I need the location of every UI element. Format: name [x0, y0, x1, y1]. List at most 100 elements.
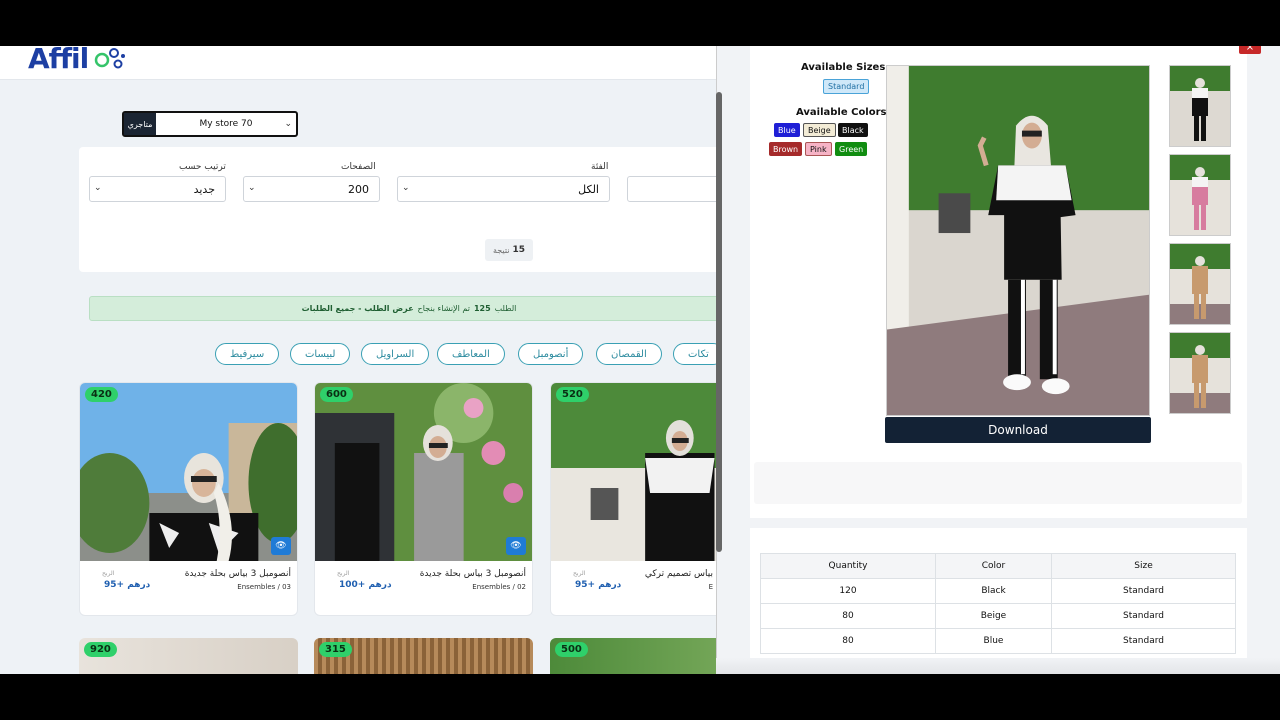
table-cell: 80 — [760, 603, 936, 629]
product-card[interactable]: 315 — [314, 638, 533, 674]
thumbnail[interactable] — [1169, 243, 1231, 325]
table-cell: 120 — [760, 578, 936, 604]
table-cell: Standard — [1051, 603, 1236, 629]
product-price: 95+ درهم — [104, 580, 151, 590]
sizes-title: Available Sizes — [801, 62, 886, 73]
scrollbar[interactable] — [716, 92, 722, 552]
table-cell: Beige — [934, 603, 1053, 629]
table-cell: Blue — [934, 628, 1053, 654]
view-order-link[interactable]: عرض الطلب - جميع الطلبات — [302, 304, 414, 313]
product-title[interactable]: بياس تصميم تركي — [645, 569, 713, 579]
category-value: الكل — [578, 183, 599, 196]
table-header-row: Quantity Color Size — [760, 553, 1236, 579]
table-cell: 80 — [760, 628, 936, 654]
color-option-green[interactable]: Green — [835, 142, 868, 156]
thumbnail-image — [1170, 66, 1230, 146]
chevron-down-icon: ⌄ — [94, 183, 102, 193]
close-icon[interactable]: × — [1239, 46, 1261, 54]
stock-badge: 500 — [555, 642, 588, 657]
top-header: Affil — [0, 46, 716, 80]
category-chip[interactable]: أنصومبل — [518, 343, 584, 365]
product-title[interactable]: أنصومبل 3 بياس بحلة جديدة — [185, 569, 291, 579]
stock-badge: 920 — [84, 642, 117, 657]
sort-value: جديد — [193, 183, 215, 196]
thumbnail[interactable] — [1169, 65, 1231, 147]
table-row: 120 Black Standard — [760, 578, 1236, 604]
category-chip[interactable]: لبيسات — [290, 343, 351, 365]
pages-label: الصفحات — [341, 162, 376, 172]
table-cell: Standard — [1051, 578, 1236, 604]
color-option-blue[interactable]: Blue — [774, 123, 800, 137]
product-price: 100+ درهم — [339, 580, 392, 590]
product-price: 95+ درهم — [575, 580, 622, 590]
thumbnail[interactable] — [1169, 154, 1231, 236]
column-header: Size — [1051, 553, 1236, 579]
modal-empty-section — [754, 462, 1242, 504]
table-row: 80 Blue Standard — [760, 628, 1236, 654]
product-category: E — [708, 583, 713, 591]
category-label: الفئة — [591, 162, 609, 172]
table-cell: Standard — [1051, 628, 1236, 654]
product-image — [80, 383, 297, 561]
browser-viewport: Affil متاجري My store 70 ⌄ ترتيب حسب ⌄ ج… — [0, 46, 1280, 674]
category-chip[interactable]: السراويل — [361, 343, 430, 365]
product-category: Ensembles / 03 — [237, 583, 291, 591]
filter-panel — [79, 147, 729, 272]
main-product-image[interactable] — [886, 65, 1150, 416]
chevron-down-icon: ⌄ — [402, 183, 410, 193]
product-card[interactable]: 420 👁 أنصومبل 3 بياس بحلة جديدة Ensemble… — [79, 382, 298, 616]
color-option-pink[interactable]: Pink — [805, 142, 832, 156]
color-option-beige[interactable]: Beige — [803, 123, 836, 137]
thumbnail[interactable] — [1169, 332, 1231, 414]
product-card[interactable]: 600 👁 أنصومبل 3 بياس بحلة جديدة Ensemble… — [314, 382, 533, 616]
chevron-down-icon: ⌄ — [284, 119, 292, 129]
sort-label: ترتيب حسب — [179, 162, 226, 172]
eye-icon[interactable]: 👁 — [271, 537, 291, 555]
stock-badge: 315 — [319, 642, 352, 657]
chevron-down-icon: ⌄ — [248, 183, 256, 193]
product-card[interactable]: 920 — [79, 638, 298, 674]
thumbnail-image — [1170, 155, 1230, 235]
color-option-brown[interactable]: Brown — [769, 142, 803, 156]
order-number: 125 — [473, 304, 491, 313]
success-alert: عرض الطلب - جميع الطلبات تم الإنشاء بنجا… — [89, 296, 729, 321]
color-option-black[interactable]: Black — [838, 123, 868, 137]
colors-title: Available Colors — [796, 107, 887, 118]
category-chip[interactable]: القمصان — [596, 343, 662, 365]
store-value[interactable]: My store 70 ⌄ — [156, 113, 296, 135]
table-cell: Black — [934, 578, 1053, 604]
thumbnail-image — [1170, 244, 1230, 324]
product-title[interactable]: أنصومبل 3 بياس بحلة جديدة — [420, 569, 526, 579]
margin-label: الربح — [573, 570, 586, 577]
column-header: Color — [934, 553, 1053, 579]
category-chip[interactable]: سيرفيط — [215, 343, 280, 365]
stock-badge: 520 — [556, 387, 589, 402]
store-tag: متاجري — [124, 113, 156, 135]
eye-icon[interactable]: 👁 — [506, 537, 526, 555]
pages-select[interactable]: ⌄ 200 — [243, 176, 380, 202]
logo-gear-icon — [94, 48, 125, 69]
category-select[interactable]: ⌄ الكل — [397, 176, 610, 202]
store-select[interactable]: متاجري My store 70 ⌄ — [122, 111, 298, 137]
results-number: 15 — [512, 245, 526, 255]
success-prefix: الطلب — [494, 304, 517, 313]
results-label: نتيجة — [492, 245, 510, 255]
stock-badge: 600 — [320, 387, 353, 402]
download-button[interactable]: Download — [885, 417, 1151, 443]
success-middle: تم الإنشاء بنجاح — [417, 304, 470, 313]
logo[interactable]: Affil — [28, 46, 89, 75]
margin-label: الربح — [337, 570, 350, 577]
stock-table: Quantity Color Size 120 Black Standard 8… — [760, 553, 1236, 654]
search-input[interactable] — [627, 176, 727, 202]
product-category: Ensembles / 02 — [472, 583, 526, 591]
size-option[interactable]: Standard — [823, 79, 870, 94]
category-chip[interactable]: المعاطف — [437, 343, 505, 365]
margin-label: الربح — [102, 570, 115, 577]
product-image — [315, 383, 532, 561]
table-row: 80 Beige Standard — [760, 603, 1236, 629]
sort-select[interactable]: ⌄ جديد — [89, 176, 226, 202]
pages-value: 200 — [348, 183, 369, 196]
results-count: نتيجة 15 — [485, 239, 533, 261]
store-value-text: My store 70 — [199, 119, 253, 129]
modal-footer-shadow — [716, 658, 1280, 674]
